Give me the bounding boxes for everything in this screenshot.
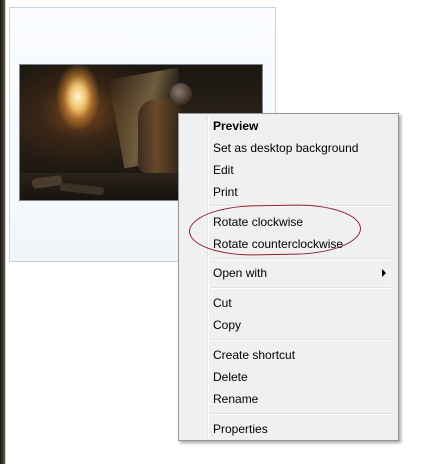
menu-item-delete[interactable]: Delete bbox=[181, 366, 396, 388]
window-border bbox=[5, 0, 6, 464]
menu-item-print[interactable]: Print bbox=[181, 181, 396, 203]
menu-item-cut[interactable]: Cut bbox=[181, 292, 396, 314]
menu-separator bbox=[211, 287, 391, 289]
menu-separator bbox=[211, 413, 391, 415]
menu-item-set-desktop-background[interactable]: Set as desktop background bbox=[181, 137, 396, 159]
menu-item-open-with-label: Open with bbox=[213, 266, 268, 280]
menu-item-copy[interactable]: Copy bbox=[181, 314, 396, 336]
menu-item-edit[interactable]: Edit bbox=[181, 159, 396, 181]
highlight-annotation bbox=[188, 203, 362, 257]
menu-item-preview[interactable]: Preview bbox=[181, 115, 396, 137]
menu-separator bbox=[211, 339, 391, 341]
menu-item-open-with[interactable]: Open with bbox=[181, 262, 396, 284]
menu-separator bbox=[211, 258, 391, 260]
menu-item-create-shortcut[interactable]: Create shortcut bbox=[181, 344, 396, 366]
chevron-right-icon bbox=[382, 269, 386, 277]
figure-helmet bbox=[170, 83, 192, 105]
menu-item-properties[interactable]: Properties bbox=[181, 418, 396, 440]
context-menu: Preview Set as desktop background Edit P… bbox=[178, 113, 399, 441]
menu-item-rename[interactable]: Rename bbox=[181, 388, 396, 410]
